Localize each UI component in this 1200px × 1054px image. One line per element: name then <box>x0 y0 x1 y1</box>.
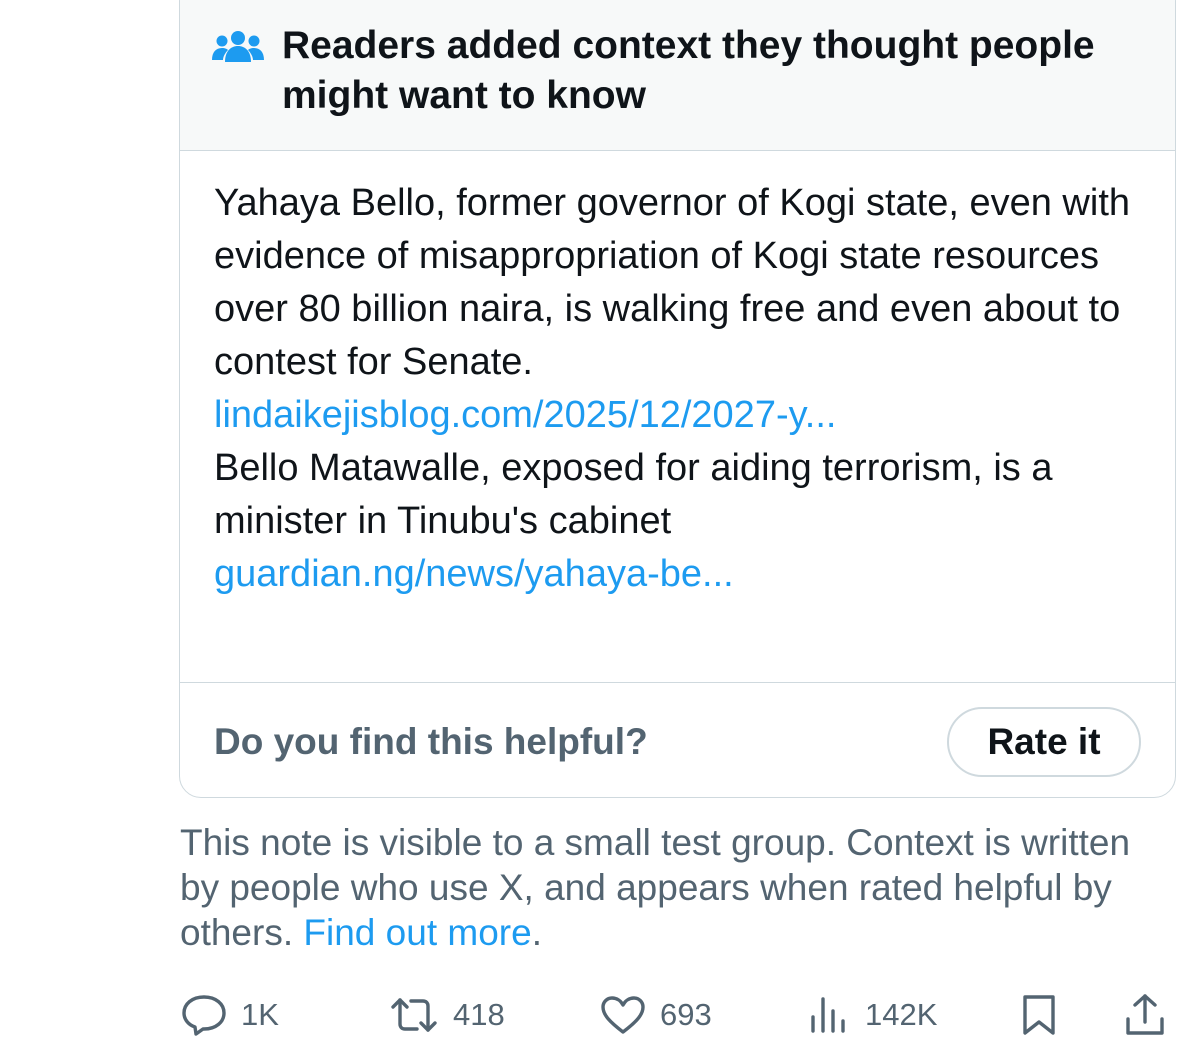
note-text-1: Yahaya Bello, former governor of Kogi st… <box>214 182 1131 383</box>
views-count: 142K <box>865 997 938 1032</box>
community-note-card: Readers added context they thought peopl… <box>179 0 1176 798</box>
note-header-title: Readers added context they thought peopl… <box>282 24 1095 117</box>
repost-action[interactable]: 418 <box>389 990 505 1040</box>
note-text-2: Bello Matawalle, exposed for aiding terr… <box>214 447 1053 542</box>
views-chart-icon <box>811 997 845 1033</box>
note-link-2[interactable]: guardian.ng/news/yahaya-be... <box>214 553 734 595</box>
note-body: Yahaya Bello, former governor of Kogi st… <box>180 151 1175 683</box>
people-group-icon <box>212 31 264 62</box>
bookmark-icon <box>1023 995 1055 1035</box>
repost-icon <box>391 998 437 1032</box>
find-out-more-link[interactable]: Find out more <box>303 912 531 953</box>
heart-icon <box>601 996 645 1034</box>
note-disclaimer: This note is visible to a small test gro… <box>180 820 1170 955</box>
bookmark-action[interactable] <box>1020 990 1058 1040</box>
share-icon <box>1126 994 1164 1035</box>
post-action-bar: 1K 418 693 142K <box>0 990 1200 1040</box>
note-header: Readers added context they thought peopl… <box>180 0 1175 151</box>
disclaimer-period: . <box>531 912 542 953</box>
like-count: 693 <box>660 997 712 1032</box>
reply-count: 1K <box>241 997 279 1032</box>
helpful-question: Do you find this helpful? <box>214 721 648 762</box>
views-action[interactable]: 142K <box>809 990 937 1040</box>
note-link-1[interactable]: lindaikejisblog.com/2025/12/2027-y... <box>214 394 836 436</box>
note-footer: Do you find this helpful? Rate it <box>180 683 1175 797</box>
reply-action[interactable]: 1K <box>181 990 279 1040</box>
repost-count: 418 <box>453 997 505 1032</box>
rate-it-button[interactable]: Rate it <box>947 707 1141 777</box>
like-action[interactable]: 693 <box>600 990 712 1040</box>
share-action[interactable] <box>1124 990 1166 1040</box>
post-view: Readers added context they thought peopl… <box>0 0 1200 1054</box>
reply-icon <box>182 995 226 1036</box>
